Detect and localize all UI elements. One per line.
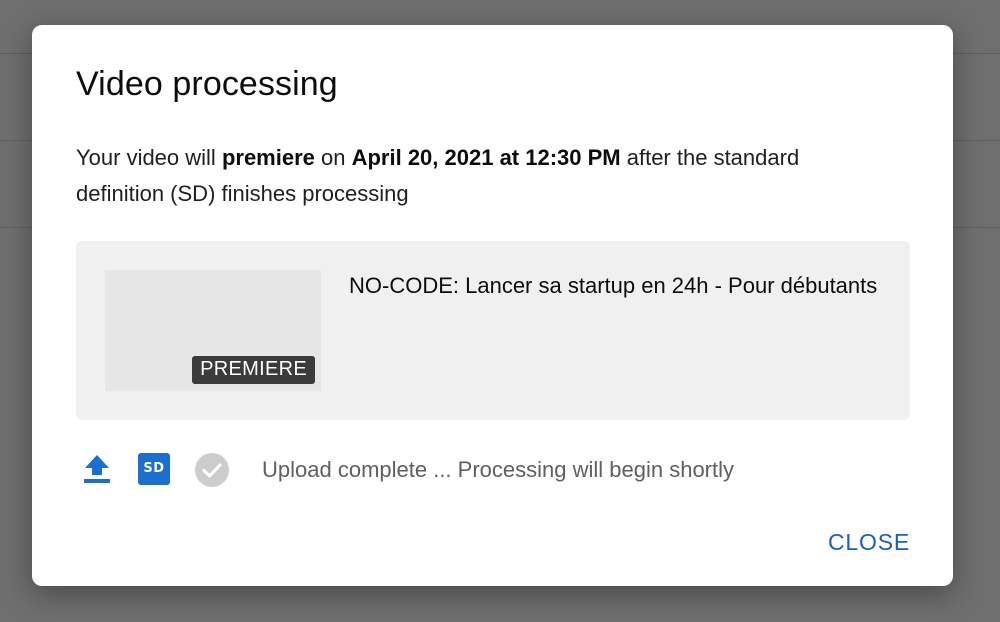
video-processing-dialog: Video processing Your video will premier…	[32, 25, 953, 586]
description-text: on	[314, 145, 352, 170]
upload-icon	[84, 455, 110, 483]
check-circle-icon	[195, 453, 229, 487]
status-text: Upload complete ... Processing will begi…	[262, 457, 735, 482]
dialog-title: Video processing	[76, 65, 338, 103]
video-title: NO-CODE: Lancer sa startup en 24h - Pour…	[349, 273, 878, 298]
processing-status-row: SD Upload complete ... Processing will b…	[76, 450, 910, 490]
premiere-badge: PREMIERE	[192, 356, 315, 384]
description-text: Your video will	[76, 145, 222, 170]
video-thumbnail[interactable]: PREMIERE	[105, 270, 321, 391]
description-premiere: premiere	[221, 145, 315, 170]
sd-icon: SD	[138, 453, 170, 485]
video-card: PREMIERE NO-CODE: Lancer sa startup en 2…	[76, 241, 910, 420]
dialog-description: Your video will premiere on April 20, 20…	[76, 140, 876, 212]
close-button[interactable]: CLOSE	[828, 529, 910, 556]
description-date: April 20, 2021 at 12:30 PM	[351, 145, 621, 170]
